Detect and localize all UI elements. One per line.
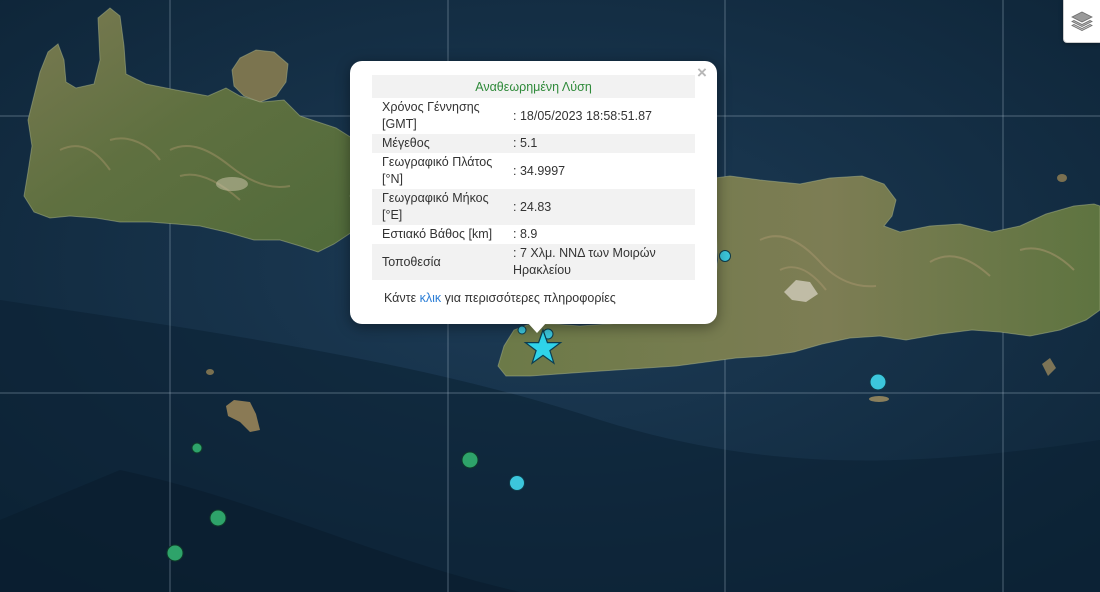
- quake-marker[interactable]: [166, 544, 184, 562]
- row-label: Μέγεθος: [372, 134, 509, 153]
- row-value: : 24.83: [509, 189, 695, 225]
- popup-title: Αναθεωρημένη Λύση: [372, 75, 695, 98]
- close-button[interactable]: ×: [693, 64, 711, 82]
- row-value: : 34.9997: [513, 163, 566, 178]
- white-mountains-snow: [216, 177, 248, 191]
- earthquake-popup: × Αναθεωρημένη Λύση Χρόνος Γέννησης [GMT…: [350, 61, 717, 324]
- gavdopoula-islet: [206, 369, 214, 375]
- layers-icon: [1071, 11, 1093, 31]
- row-label: Εστιακό Βάθος [km]: [382, 227, 493, 241]
- quake-marker[interactable]: [869, 373, 887, 391]
- more-info-text: Κάντε κλικ για περισσότερες πληροφορίες: [384, 291, 616, 305]
- quake-marker[interactable]: [517, 325, 527, 335]
- row-value: : 5.1: [509, 134, 695, 153]
- quake-marker[interactable]: [191, 442, 203, 454]
- footer-suffix: για περισσότερες πληροφορίες: [441, 291, 616, 305]
- row-label: Χρόνος Γέννησης [GMT]: [382, 100, 480, 131]
- footer-prefix: Κάντε: [384, 291, 420, 305]
- row-value: : 7 Χλμ. ΝΝΔ των Μοιρών Ηρακλείου: [509, 244, 695, 280]
- row-value: : 8.9: [513, 227, 538, 241]
- ne-islet: [1057, 174, 1067, 182]
- quake-marker[interactable]: [509, 475, 525, 491]
- layers-button[interactable]: [1063, 0, 1100, 43]
- row-label: Γεωγραφικό Πλάτος [°N]: [382, 155, 493, 186]
- row-label: Τοποθεσία: [372, 244, 509, 280]
- more-info-link[interactable]: κλικ: [420, 291, 442, 305]
- quake-marker[interactable]: [461, 451, 479, 469]
- row-label: Γεωγραφικό Μήκος [°E]: [372, 189, 509, 225]
- quake-marker[interactable]: [719, 250, 731, 262]
- quake-marker[interactable]: [209, 509, 227, 527]
- popup-tip: [527, 322, 547, 333]
- earthquake-info-table: Αναθεωρημένη Λύση Χρόνος Γέννησης [GMT] …: [372, 75, 695, 280]
- row-value: : 18/05/2023 18:58:51.87: [513, 108, 653, 123]
- koufonisi-islet: [869, 396, 889, 402]
